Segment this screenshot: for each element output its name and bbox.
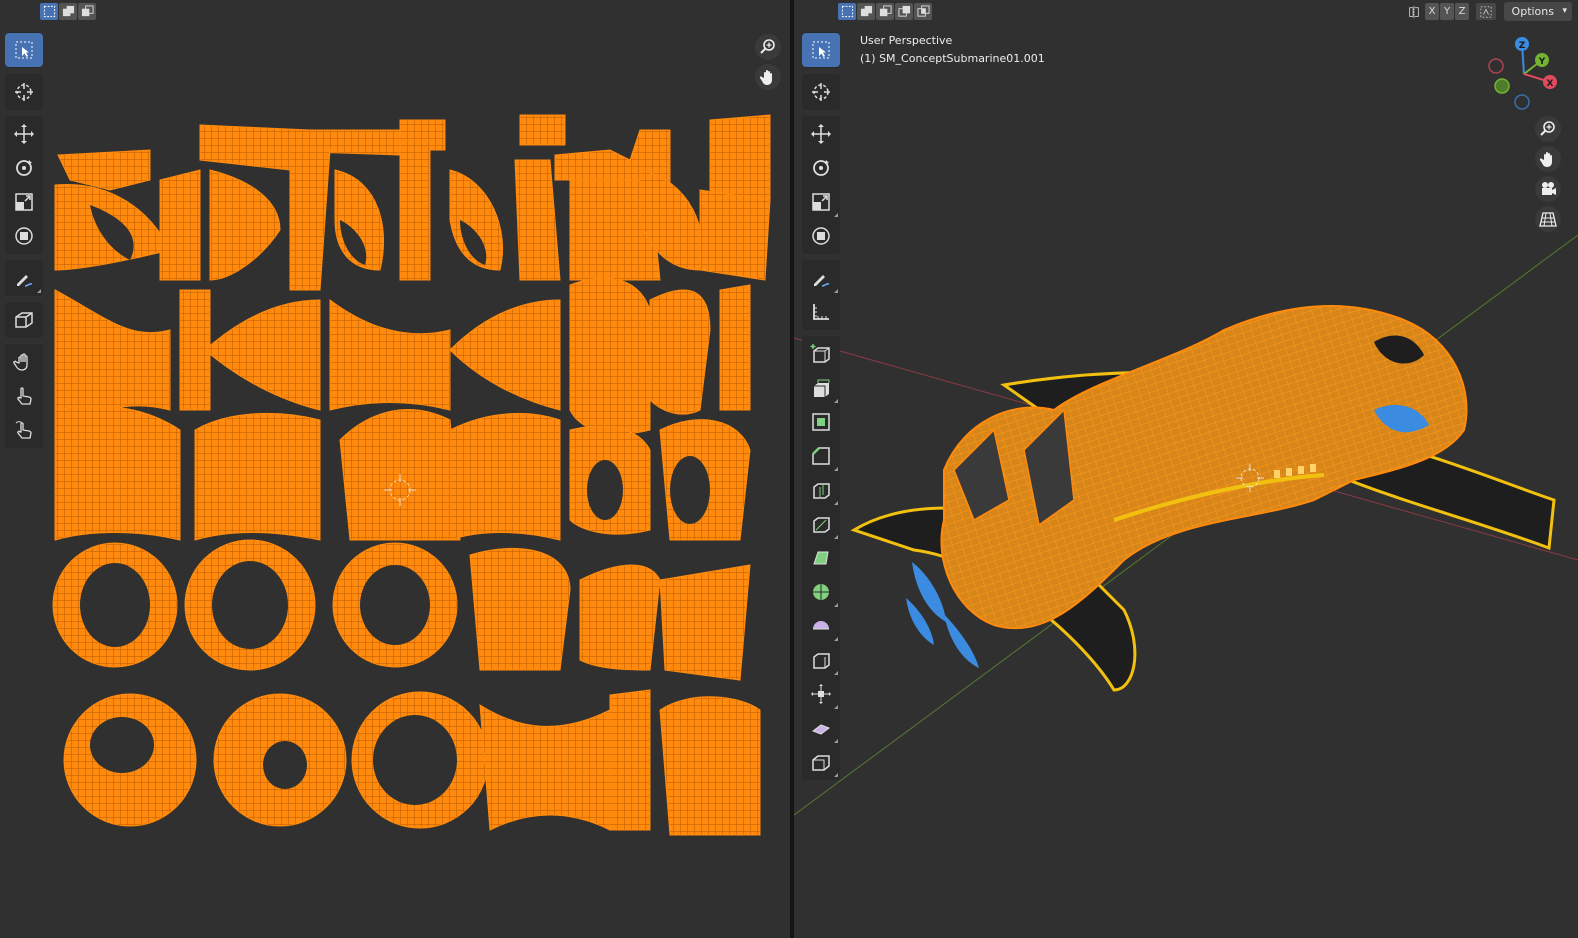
gizmo-neg-z[interactable] (1514, 94, 1530, 110)
chevron-down-icon: ▾ (1562, 6, 1567, 16)
rip-region-icon[interactable] (802, 745, 840, 779)
uv-island (649, 289, 711, 415)
rotate-icon[interactable] (802, 151, 840, 185)
viewport-toolbar (802, 32, 840, 786)
viewport-select-mode-group (838, 3, 932, 20)
uv-island (449, 299, 561, 411)
shrink-fatten-icon[interactable] (802, 677, 840, 711)
smooth-icon[interactable] (802, 609, 840, 643)
viewport-panel: X Y Z Options ▾ User Perspective (1) SM_… (794, 0, 1578, 938)
uv-island (469, 548, 571, 671)
select-subtract-icon[interactable] (876, 3, 894, 20)
select-intersect-icon[interactable] (914, 3, 932, 20)
select-subtract-icon[interactable] (78, 3, 96, 20)
uv-island (699, 189, 771, 281)
uv-island (54, 289, 171, 421)
select-box-icon[interactable] (5, 33, 43, 67)
gizmo-x-label: X (1547, 79, 1554, 89)
annotate-icon[interactable] (5, 261, 43, 295)
transform-icon[interactable] (802, 219, 840, 253)
extrude-region-icon[interactable] (802, 371, 840, 405)
uv-island (209, 169, 281, 281)
uv-island (329, 299, 451, 411)
cursor-icon[interactable] (802, 75, 840, 109)
zoom-icon[interactable] (755, 34, 781, 60)
poly-build-icon[interactable] (802, 541, 840, 575)
select-difference-icon[interactable] (895, 3, 913, 20)
viewport-info-overlay: User Perspective (1) SM_ConceptSubmarine… (860, 32, 1045, 68)
options-dropdown[interactable]: Options ▾ (1503, 2, 1572, 21)
spin-icon[interactable] (802, 575, 840, 609)
uv-island (579, 564, 661, 671)
transform-icon[interactable] (5, 219, 43, 253)
gizmo-z-label: Z (1519, 41, 1526, 51)
rotate-icon[interactable] (5, 151, 43, 185)
uv-toolbar (5, 32, 43, 454)
mirror-x-toggle[interactable]: X (1425, 3, 1439, 20)
uv-editor-panel (0, 0, 790, 938)
uv-island (449, 413, 561, 541)
snap-icon[interactable] (1476, 3, 1496, 20)
active-object-name: (1) SM_ConceptSubmarine01.001 (860, 52, 1045, 65)
grab-icon[interactable] (5, 345, 43, 379)
uv-island (289, 149, 331, 291)
uv-island (57, 149, 151, 191)
view-name: User Perspective (860, 34, 953, 47)
relax-icon[interactable] (5, 413, 43, 447)
select-extend-icon[interactable] (857, 3, 875, 20)
camera-icon[interactable] (1535, 176, 1561, 202)
move-icon[interactable] (5, 117, 43, 151)
uv-island (54, 405, 181, 541)
zoom-icon[interactable] (1535, 116, 1561, 142)
uv-island (659, 696, 761, 836)
add-cube-icon[interactable] (802, 337, 840, 371)
mirror-z-toggle[interactable]: Z (1455, 3, 1469, 20)
select-extend-icon[interactable] (59, 3, 77, 20)
viewport-scene[interactable] (794, 0, 1578, 938)
box-icon[interactable] (5, 303, 43, 337)
uv-island (719, 284, 751, 411)
uv-island (479, 704, 611, 831)
measure-icon[interactable] (802, 295, 840, 329)
pan-icon[interactable] (755, 64, 781, 90)
select-new-icon[interactable] (838, 3, 856, 20)
uv-island (399, 139, 431, 281)
uv-select-mode-group (40, 3, 96, 20)
uv-island (514, 159, 561, 281)
select-box-icon[interactable] (802, 33, 840, 67)
gizmo-neg-y[interactable] (1494, 78, 1510, 94)
uv-island (159, 169, 201, 281)
uv-island (569, 277, 651, 435)
viewport-header: X Y Z Options ▾ (794, 0, 1578, 24)
bevel-icon[interactable] (802, 439, 840, 473)
loop-cut-icon[interactable] (802, 473, 840, 507)
edge-slide-icon[interactable] (802, 643, 840, 677)
perspective-grid-icon[interactable] (1535, 206, 1561, 232)
knife-icon[interactable] (802, 507, 840, 541)
shear-icon[interactable] (802, 711, 840, 745)
cursor-icon[interactable] (5, 75, 43, 109)
uv-island (204, 299, 321, 411)
gizmo-neg-x[interactable] (1488, 58, 1504, 74)
uv-editor-header (0, 0, 790, 24)
annotate-icon[interactable] (802, 261, 840, 295)
gizmo-y-label: Y (1538, 57, 1546, 67)
mirror-icon[interactable] (1406, 3, 1422, 20)
move-icon[interactable] (802, 117, 840, 151)
options-label: Options (1511, 5, 1554, 18)
uv-islands-canvas[interactable] (50, 110, 780, 845)
navigation-gizmo[interactable]: Z Y X (1484, 34, 1564, 114)
scale-icon[interactable] (802, 185, 840, 219)
uv-island (194, 412, 321, 541)
scale-icon[interactable] (5, 185, 43, 219)
uv-island (609, 689, 651, 831)
inset-faces-icon[interactable] (802, 405, 840, 439)
uv-island (659, 564, 751, 681)
pinch-icon[interactable] (5, 379, 43, 413)
select-new-icon[interactable] (40, 3, 58, 20)
submarine-mesh[interactable] (850, 305, 1556, 692)
pan-icon[interactable] (1535, 146, 1561, 172)
mirror-y-toggle[interactable]: Y (1440, 3, 1454, 20)
uv-island (519, 114, 566, 146)
